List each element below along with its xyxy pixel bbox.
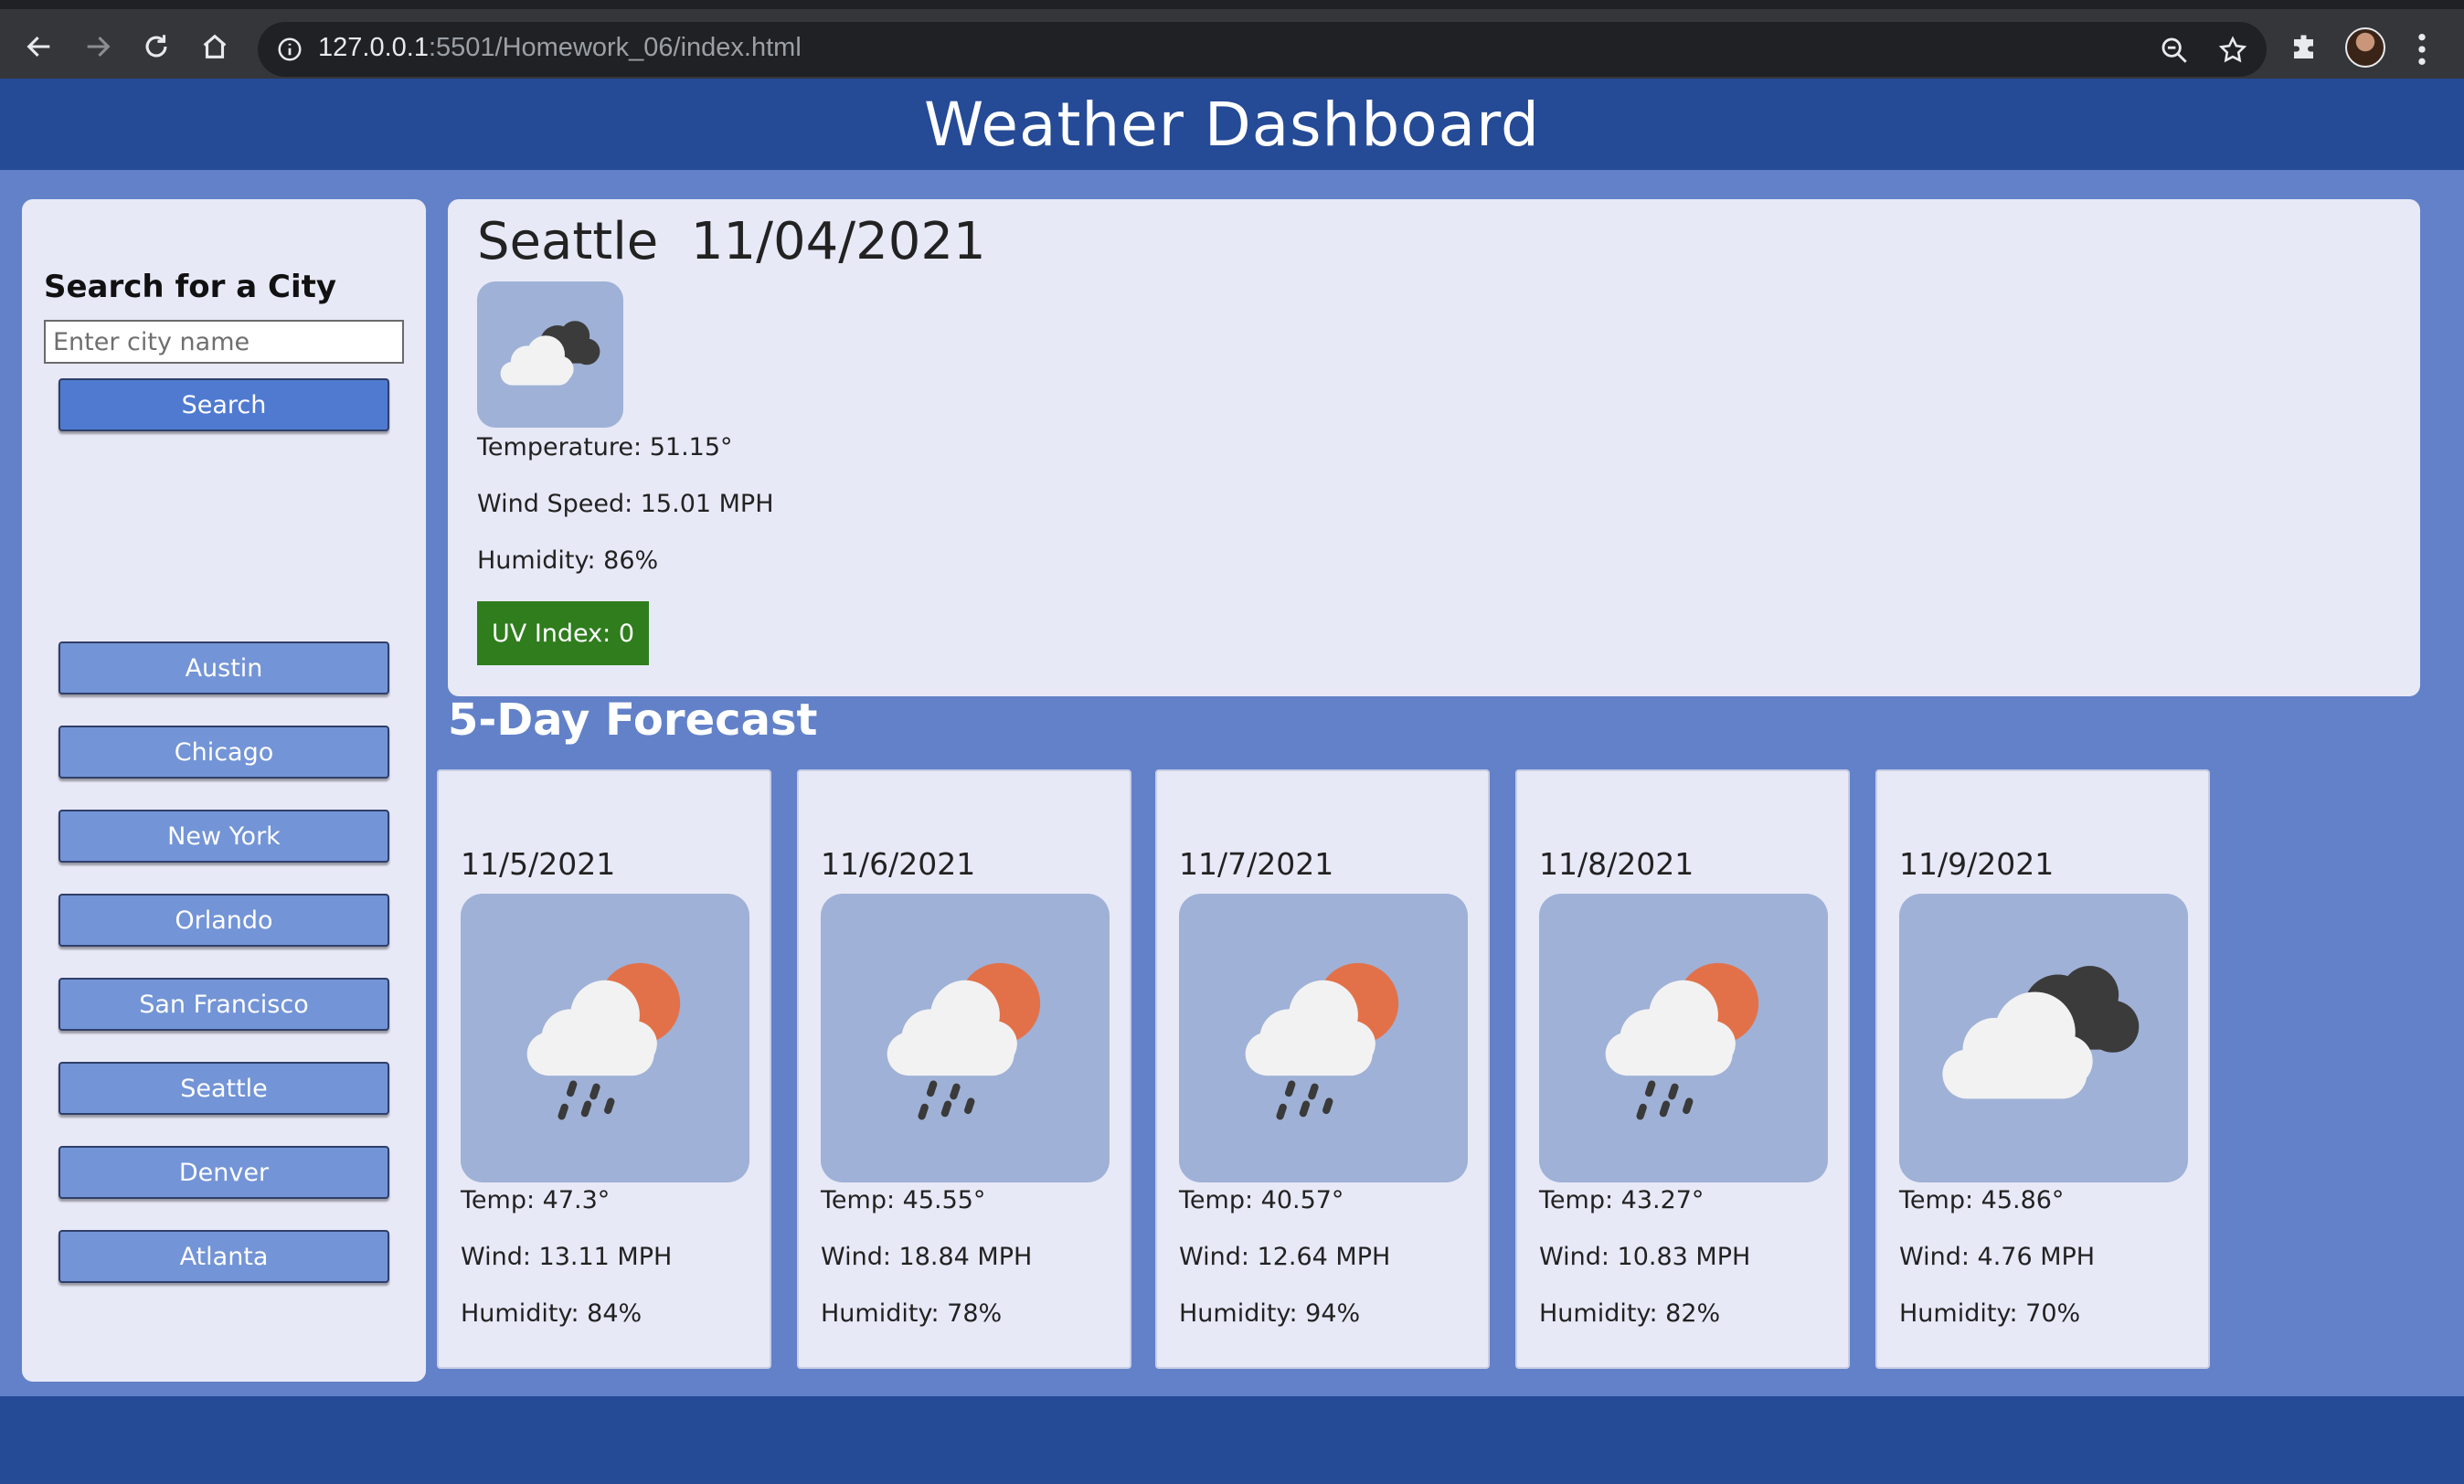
bookmark-star-icon[interactable] — [2217, 35, 2248, 66]
forecast-icon-box — [1539, 894, 1828, 1182]
search-history-list: Austin Chicago New York Orlando San Fran… — [58, 641, 389, 1314]
uv-index-badge: UV Index: 0 — [477, 601, 650, 665]
forecast-date: 11/9/2021 — [1899, 846, 2055, 882]
forecast-wind: Wind: 12.64 MPH — [1179, 1243, 1391, 1271]
forecast-card: 11/8/2021 Temp: 43.27° Wind: 10.83 MPH H… — [1515, 769, 1850, 1369]
rain-sun-icon — [887, 962, 1041, 1120]
history-button-san-francisco[interactable]: San Francisco — [58, 978, 389, 1031]
cloudy-icon — [1942, 966, 2140, 1099]
forecast-temp: Temp: 45.86° — [1899, 1186, 2065, 1214]
home-button[interactable] — [192, 24, 238, 69]
forecast-icon-box — [461, 894, 749, 1182]
home-icon — [203, 34, 227, 58]
forecast-humidity: Humidity: 94% — [1179, 1299, 1361, 1328]
forward-button[interactable] — [75, 24, 121, 69]
city-search-input[interactable] — [44, 320, 404, 364]
current-weather-icon-box — [477, 281, 623, 428]
profile-avatar[interactable] — [2345, 27, 2385, 68]
current-date: 11/04/2021 — [690, 212, 986, 271]
rain-sun-icon — [526, 962, 681, 1120]
cloudy-icon — [500, 321, 600, 386]
forecast-card: 11/9/2021 Temp: 45.86° Wind: 4.76 MPH Hu… — [1875, 769, 2210, 1369]
forecast-date: 11/5/2021 — [461, 846, 616, 882]
search-sidebar: Search for a City Search Austin Chicago … — [22, 199, 426, 1382]
history-button-orlando[interactable]: Orlando — [58, 894, 389, 947]
extensions-puzzle-icon[interactable] — [2289, 31, 2321, 64]
back-arrow-icon — [27, 36, 50, 58]
search-button[interactable]: Search — [58, 378, 389, 431]
address-bar[interactable]: 127.0.0.1:5501/Homework_06/index.html — [258, 22, 2267, 77]
current-wind: Wind Speed: 15.01 MPH — [477, 490, 774, 518]
forecast-humidity: Humidity: 78% — [821, 1299, 1003, 1328]
history-button-chicago[interactable]: Chicago — [58, 726, 389, 779]
forecast-temp: Temp: 40.57° — [1179, 1186, 1344, 1214]
page-title: Weather Dashboard — [924, 89, 1540, 160]
forecast-date: 11/7/2021 — [1179, 846, 1334, 882]
forecast-icon-box — [1899, 894, 2188, 1182]
search-heading: Search for a City — [44, 269, 337, 305]
browser-toolbar: 127.0.0.1:5501/Homework_06/index.html — [0, 0, 2464, 79]
forecast-title: 5-Day Forecast — [448, 694, 818, 746]
browser-menu-icon[interactable] — [2413, 31, 2431, 68]
forecast-card: 11/7/2021 Temp: 40.57° Wind: 12.64 MPH H… — [1155, 769, 1490, 1369]
page-header: Weather Dashboard — [0, 79, 2464, 170]
current-city-date: Seattle 11/04/2021 — [477, 212, 986, 271]
forecast-wind: Wind: 4.76 MPH — [1899, 1243, 2096, 1271]
forecast-humidity: Humidity: 84% — [461, 1299, 643, 1328]
forecast-wind: Wind: 10.83 MPH — [1539, 1243, 1751, 1271]
forecast-humidity: Humidity: 82% — [1539, 1299, 1721, 1328]
forecast-card: 11/6/2021 Temp: 45.55° Wind: 18.84 MPH H… — [797, 769, 1131, 1369]
forecast-humidity: Humidity: 70% — [1899, 1299, 2081, 1328]
history-button-atlanta[interactable]: Atlanta — [58, 1230, 389, 1283]
page-footer — [0, 1396, 2464, 1484]
forecast-temp: Temp: 47.3° — [461, 1186, 611, 1214]
forecast-temp: Temp: 43.27° — [1539, 1186, 1705, 1214]
reload-button[interactable] — [133, 24, 179, 69]
history-button-new-york[interactable]: New York — [58, 810, 389, 863]
history-button-denver[interactable]: Denver — [58, 1146, 389, 1199]
forecast-date: 11/8/2021 — [1539, 846, 1694, 882]
forecast-temp: Temp: 45.55° — [821, 1186, 986, 1214]
forward-arrow-icon — [87, 36, 111, 58]
site-info-icon[interactable] — [276, 36, 303, 63]
current-humidity: Humidity: 86% — [477, 546, 659, 575]
current-city: Seattle — [477, 212, 659, 271]
reload-icon — [145, 35, 167, 58]
forecast-icon-box — [1179, 894, 1468, 1182]
url-text[interactable]: 127.0.0.1:5501/Homework_06/index.html — [318, 33, 802, 63]
forecast-wind: Wind: 13.11 MPH — [461, 1243, 673, 1271]
current-weather-card: Seattle 11/04/2021 Temperature: 51.15° W… — [448, 199, 2420, 696]
zoom-icon[interactable] — [2159, 35, 2190, 66]
forecast-card: 11/5/2021 Temp: 47.3° Wind: 13.11 MPH Hu… — [437, 769, 771, 1369]
forecast-wind: Wind: 18.84 MPH — [821, 1243, 1033, 1271]
current-temperature: Temperature: 51.15° — [477, 433, 733, 461]
rain-sun-icon — [1605, 962, 1759, 1120]
forecast-date: 11/6/2021 — [821, 846, 976, 882]
back-button[interactable] — [16, 24, 62, 69]
history-button-austin[interactable]: Austin — [58, 641, 389, 694]
rain-sun-icon — [1245, 962, 1399, 1120]
history-button-seattle[interactable]: Seattle — [58, 1062, 389, 1115]
forecast-icon-box — [821, 894, 1110, 1182]
